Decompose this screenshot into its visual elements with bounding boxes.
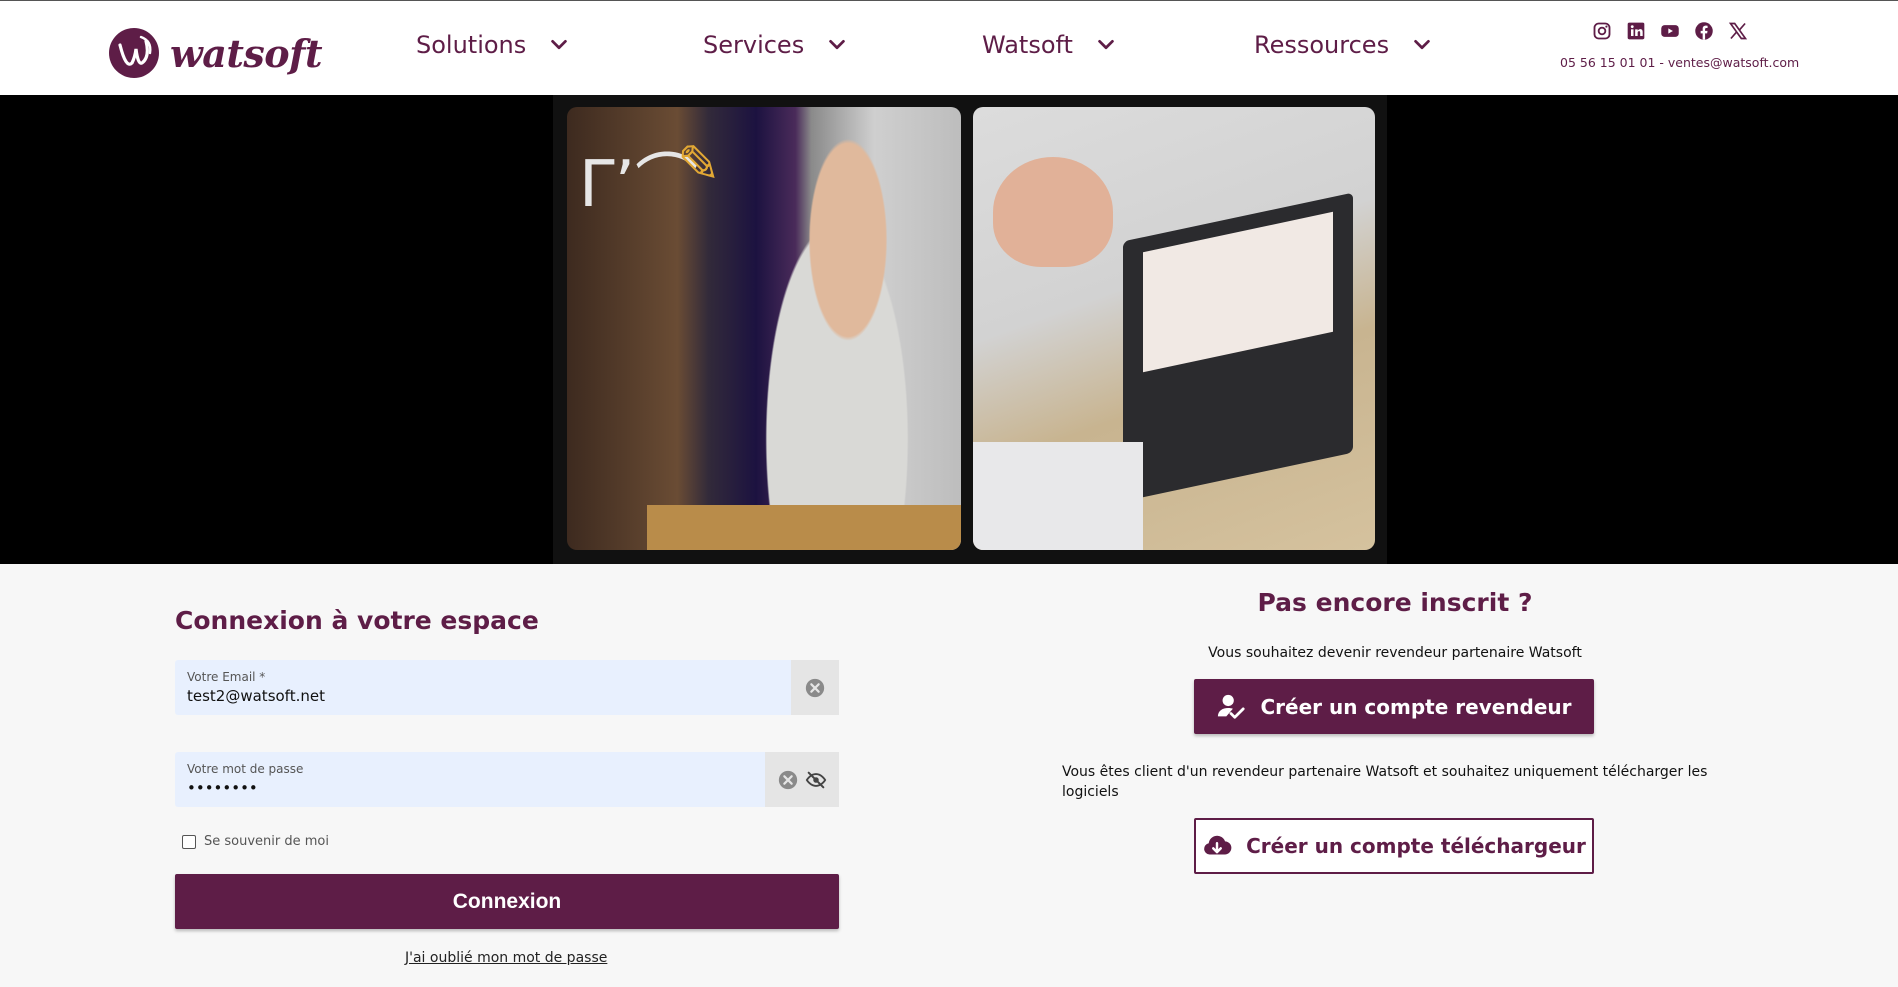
clear-icon[interactable]: [804, 677, 826, 699]
site-header: watsoft Solutions Services Watsoft Resso…: [0, 1, 1898, 95]
nav-label: Watsoft: [982, 31, 1073, 59]
register-title: Pas encore inscrit ?: [1257, 588, 1533, 617]
login-button[interactable]: Connexion: [175, 874, 839, 929]
chevron-down-icon: [1414, 39, 1430, 50]
x-icon[interactable]: [1728, 21, 1748, 41]
social-links: [1592, 21, 1748, 41]
logo[interactable]: watsoft: [108, 27, 323, 79]
clear-icon[interactable]: [777, 769, 799, 791]
create-downloader-account-button[interactable]: Créer un compte téléchargeur: [1194, 818, 1594, 874]
brand-name: watsoft: [170, 30, 323, 76]
nav-label: Services: [703, 31, 805, 59]
password-value[interactable]: ••••••••: [187, 779, 258, 797]
nav-watsoft[interactable]: Watsoft: [982, 31, 1117, 59]
create-reseller-account-button[interactable]: Créer un compte revendeur: [1194, 679, 1594, 734]
contact-info[interactable]: 05 56 15 01 01 - ventes@watsoft.com: [1560, 55, 1799, 70]
notebook-figure: [973, 442, 1143, 550]
email-label: Votre Email *: [187, 670, 266, 684]
youtube-icon[interactable]: [1660, 21, 1680, 41]
nav-solutions[interactable]: Solutions: [416, 31, 570, 59]
password-field[interactable]: Votre mot de passe ••••••••: [175, 752, 839, 807]
chevron-down-icon: [551, 39, 568, 50]
video-panel-presenter: Γ’⌒ ✎: [567, 107, 961, 550]
auth-section: Connexion à votre espace Votre Email * t…: [0, 564, 1898, 987]
tools-icon: ✎: [677, 135, 721, 195]
email-field[interactable]: Votre Email * test2@watsoft.net: [175, 660, 839, 715]
chevron-down-icon: [829, 39, 845, 50]
email-value[interactable]: test2@watsoft.net: [187, 687, 325, 705]
cloud-download-icon: [1204, 835, 1232, 855]
video-player[interactable]: Γ’⌒ ✎: [0, 95, 1898, 564]
nav-services[interactable]: Services: [703, 31, 848, 59]
download-button-label: Créer un compte téléchargeur: [1246, 834, 1586, 858]
presenter-figure: [727, 107, 947, 550]
user-check-icon: [1218, 694, 1246, 719]
login-title: Connexion à votre espace: [175, 606, 539, 635]
reseller-text: Vous souhaitez devenir revendeur partena…: [1208, 645, 1582, 661]
remember-me[interactable]: Se souvenir de moi: [182, 834, 329, 849]
watsoft-logo-icon: [109, 28, 159, 78]
password-addon: [765, 752, 839, 807]
remember-checkbox[interactable]: [182, 834, 196, 849]
desk-decoration: [647, 505, 961, 550]
nav-label: Solutions: [416, 31, 527, 59]
facebook-icon[interactable]: [1694, 21, 1714, 41]
nav-ressources[interactable]: Ressources: [1254, 31, 1433, 59]
client-text: Vous êtes client d'un revendeur partenai…: [1062, 764, 1708, 800]
linkedin-icon[interactable]: [1626, 21, 1646, 41]
chevron-down-icon: [1098, 39, 1114, 50]
hand-figure: [993, 157, 1113, 267]
eye-slash-icon[interactable]: [805, 769, 827, 791]
reseller-button-label: Créer un compte revendeur: [1260, 694, 1572, 719]
video-panel-laptop: [973, 107, 1375, 550]
instagram-icon[interactable]: [1592, 21, 1612, 41]
email-addon: [791, 660, 839, 715]
forgot-password-link[interactable]: J'ai oublié mon mot de passe: [405, 950, 607, 966]
video-frame: Γ’⌒ ✎: [553, 95, 1387, 564]
remember-label: Se souvenir de moi: [204, 834, 329, 849]
nav-label: Ressources: [1254, 31, 1390, 59]
password-label: Votre mot de passe: [187, 762, 304, 776]
